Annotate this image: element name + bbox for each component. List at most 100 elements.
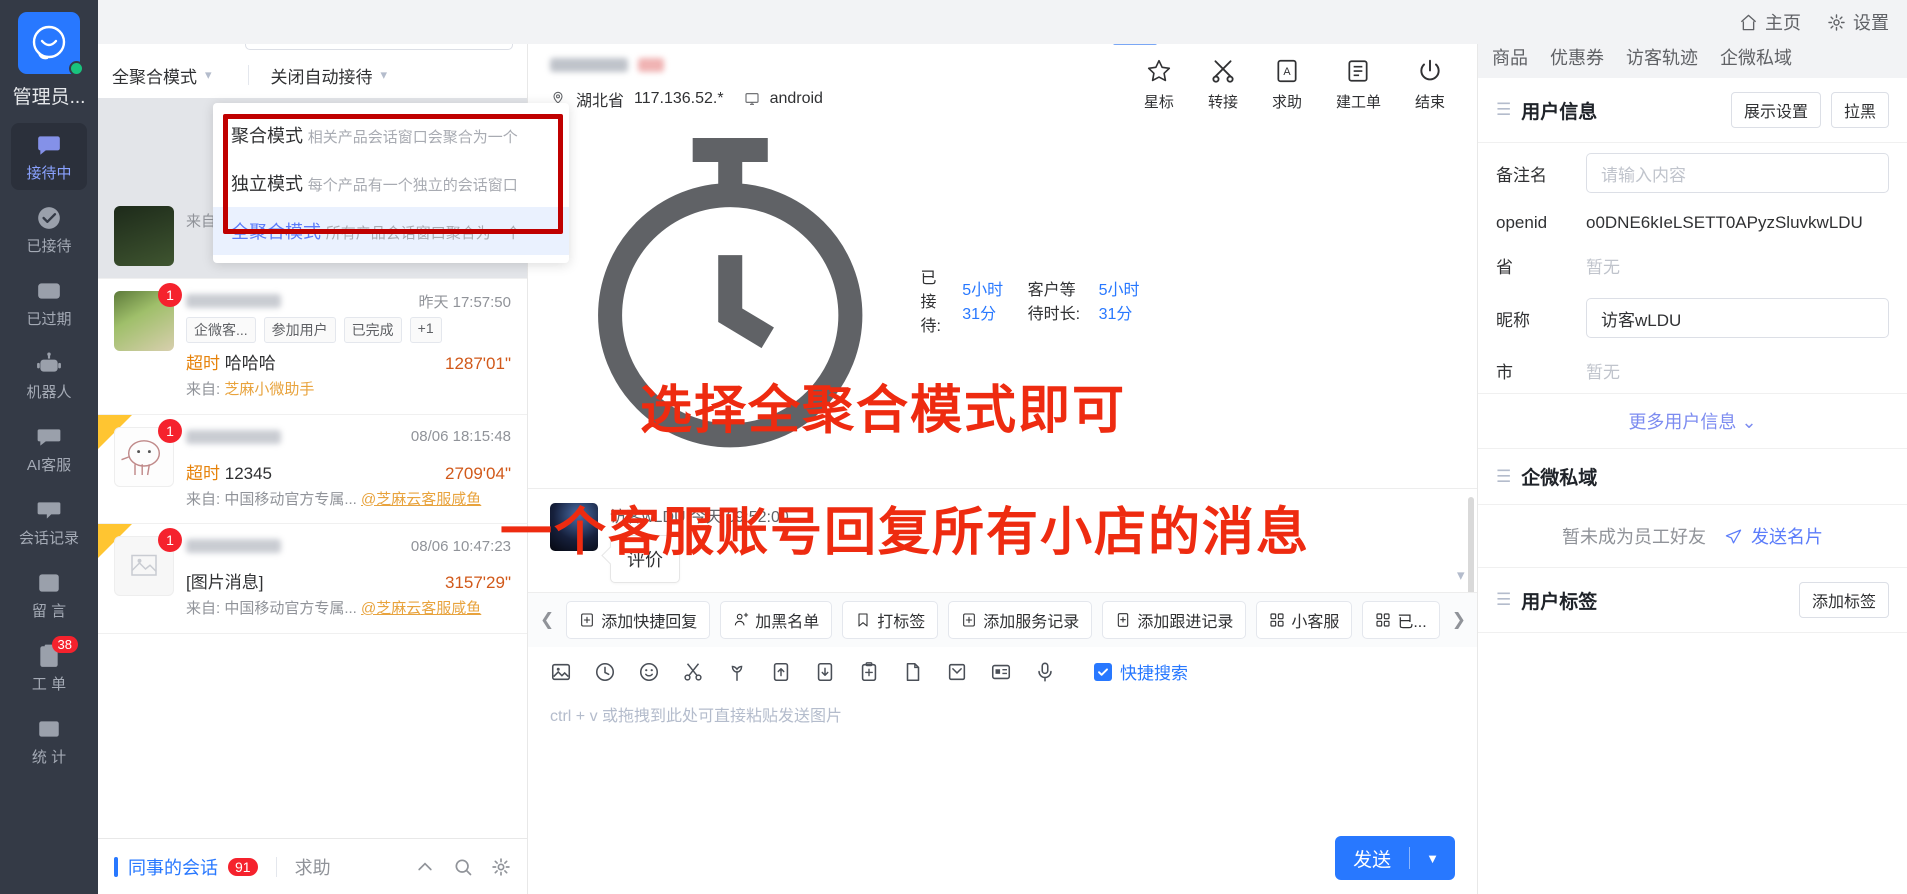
sidebar-item-tickets[interactable]: 38 工 单 xyxy=(11,634,87,701)
auto-receive-dropdown[interactable]: 关闭自动接待 ▾ xyxy=(271,63,388,88)
doc-icon[interactable] xyxy=(902,661,924,683)
drag-handle-icon[interactable]: ☰ xyxy=(1496,100,1511,120)
star-button[interactable]: 星标 xyxy=(1144,58,1174,112)
create-ticket-button[interactable]: 建工单 xyxy=(1336,58,1381,112)
display-settings-button[interactable]: 展示设置 xyxy=(1730,92,1821,128)
send-button[interactable]: 发送 ▼ xyxy=(1335,836,1455,880)
more-grid-button[interactable]: 已... xyxy=(1362,601,1440,639)
sidebar-item-expired[interactable]: 已过期 xyxy=(11,269,87,336)
transfer-button[interactable]: 转接 xyxy=(1208,58,1238,112)
section-actions: 展示设置 拉黑 xyxy=(1730,92,1889,128)
menu-item-independent-mode[interactable]: 独立模式 每个产品有一个独立的会话窗口 xyxy=(213,159,569,207)
sidebar-item-robot[interactable]: 机器人 xyxy=(11,342,87,409)
mini-service-button[interactable]: 小客服 xyxy=(1256,601,1353,639)
action-label: 星标 xyxy=(1143,94,1174,111)
message-composer[interactable]: ctrl + v 或拖拽到此处可直接粘贴发送图片 xyxy=(528,692,1477,836)
sidebar-item-stats[interactable]: 统 计 xyxy=(11,707,87,774)
tag-chip-more[interactable]: +1 xyxy=(409,317,442,343)
field-province: 省 暂无 xyxy=(1478,243,1907,288)
colleague-count-badge: 91 xyxy=(228,857,258,876)
mode-switch-dropdown[interactable]: 全聚合模式 ▾ xyxy=(112,63,212,88)
menu-item-aggregate-mode[interactable]: 聚合模式 相关产品会话窗口会聚合为一个 xyxy=(213,111,569,159)
sidebar-item-history[interactable]: 会话记录 xyxy=(11,488,87,555)
remark-name-input[interactable]: 请输入内容 xyxy=(1586,153,1889,193)
end-session-button[interactable]: 结束 xyxy=(1415,58,1445,112)
gear-icon[interactable] xyxy=(491,857,511,877)
power-icon xyxy=(1420,59,1440,81)
tag-chip[interactable]: 已完成 xyxy=(343,317,402,343)
from-link[interactable]: @芝麻云客服咸鱼 xyxy=(361,491,481,508)
table-row[interactable]: 1 昨天 17:57:50 企微客... 参加用户 已完成 +1 超时 哈哈哈 … xyxy=(98,279,527,415)
home-button[interactable]: 主页 xyxy=(1739,9,1801,35)
chevron-up-icon[interactable] xyxy=(415,857,435,877)
clipboard-icon[interactable] xyxy=(858,661,880,683)
scissors-icon[interactable] xyxy=(682,661,704,683)
tag-chip[interactable]: 企微客... xyxy=(186,317,256,343)
microphone-icon[interactable] xyxy=(1034,661,1056,683)
button-label: 添加跟进记录 xyxy=(1137,614,1234,631)
help-request-label[interactable]: 求助 xyxy=(295,854,331,880)
search-icon[interactable] xyxy=(453,857,473,877)
card-icon[interactable] xyxy=(990,661,1012,683)
sidebar-item-received[interactable]: 已接待 xyxy=(11,196,87,263)
chevron-down-icon: ▾ xyxy=(205,67,212,82)
more-user-info-row: 更多用户信息 ⌄ xyxy=(1478,393,1907,449)
add-followup-record-button[interactable]: 添加跟进记录 xyxy=(1102,601,1247,639)
check-circle-icon xyxy=(38,207,60,229)
add-reply-icon xyxy=(581,613,594,627)
scroll-left-icon[interactable]: ❮ xyxy=(538,610,556,630)
scroll-right-icon[interactable]: ❯ xyxy=(1450,610,1468,630)
nickname-input[interactable]: 访客wLDU xyxy=(1586,298,1889,338)
table-row[interactable]: 转 1 08/06 10:47:23 xyxy=(98,524,527,634)
emoji-icon[interactable] xyxy=(638,661,660,683)
menu-item-desc: 每个产品有一个独立的会话窗口 xyxy=(307,177,518,194)
download-file-icon[interactable] xyxy=(814,661,836,683)
contact-name xyxy=(186,539,281,553)
conversation-top-row: 08/06 10:47:23 xyxy=(186,536,511,556)
composer-textarea[interactable] xyxy=(550,732,1455,836)
table-row[interactable]: 转 1 08/06 xyxy=(98,414,527,524)
tag-chip[interactable]: 参加用户 xyxy=(263,317,336,343)
from-link[interactable]: 芝麻小微助手 xyxy=(224,381,314,398)
chevron-down-icon[interactable]: ▼ xyxy=(1410,851,1455,866)
contact-name-blurred xyxy=(550,58,628,72)
envelope-icon[interactable] xyxy=(946,661,968,683)
drag-handle-icon[interactable]: ☰ xyxy=(1496,467,1511,487)
tulip-icon[interactable] xyxy=(726,661,748,683)
menu-item-full-aggregate-mode[interactable]: 全聚合模式 所有产品会话窗口聚合为一个 xyxy=(213,207,569,255)
detail-tabs-row-2[interactable]: 商品 优惠券 访客轨迹 企微私域 xyxy=(1478,42,1907,78)
logo-smiley-icon xyxy=(32,25,66,60)
settings-button[interactable]: 设置 xyxy=(1827,9,1889,35)
colleague-conversations-label[interactable]: 同事的会话 xyxy=(128,854,218,880)
help-button[interactable]: A 求助 xyxy=(1272,58,1302,112)
mode-dropdown-menu[interactable]: 聚合模式 相关产品会话窗口会聚合为一个 独立模式 每个产品有一个独立的会话窗口 … xyxy=(213,103,569,263)
upload-file-icon[interactable] xyxy=(770,661,792,683)
unread-badge: 1 xyxy=(158,418,182,443)
from-link[interactable]: @芝麻云客服咸鱼 xyxy=(361,600,481,617)
sidebar-item-message[interactable]: 留 言 xyxy=(11,561,87,628)
device-icon xyxy=(745,93,759,105)
add-quick-reply-button[interactable]: 添加快捷回复 xyxy=(566,601,711,639)
image-icon[interactable] xyxy=(550,661,572,683)
add-tag-button[interactable]: 打标签 xyxy=(842,601,939,639)
add-tag-button[interactable]: 添加标签 xyxy=(1798,582,1889,618)
tab-coupons[interactable]: 优惠券 xyxy=(1550,44,1604,70)
clock-icon[interactable] xyxy=(594,661,616,683)
drag-handle-icon[interactable]: ☰ xyxy=(1496,590,1511,610)
quick-search-checkbox[interactable]: 快捷搜索 xyxy=(1094,659,1188,684)
sidebar-item-ai-service[interactable]: AI客服 xyxy=(11,415,87,482)
tab-visitor-track[interactable]: 访客轨迹 xyxy=(1626,44,1698,70)
tab-private-domain[interactable]: 企微私域 xyxy=(1720,44,1792,70)
province-value: 湖北省 xyxy=(576,93,625,110)
tab-products[interactable]: 商品 xyxy=(1492,44,1528,70)
sidebar-item-receiving[interactable]: 接待中 xyxy=(11,123,87,190)
scroll-down-icon[interactable]: ▾ xyxy=(1457,566,1475,584)
conversation-preview: 超时 12345 xyxy=(186,459,272,484)
blacklist-button[interactable]: 拉黑 xyxy=(1830,92,1889,128)
stopwatch-icon xyxy=(598,138,863,448)
blacklist-button[interactable]: 加黑名单 xyxy=(720,601,833,639)
more-user-info-link[interactable]: 更多用户信息 ⌄ xyxy=(1628,412,1756,432)
add-service-record-button[interactable]: 添加服务记录 xyxy=(948,601,1093,639)
send-card-button[interactable]: 发送名片 xyxy=(1725,527,1823,547)
send-card-label: 发送名片 xyxy=(1751,527,1824,547)
